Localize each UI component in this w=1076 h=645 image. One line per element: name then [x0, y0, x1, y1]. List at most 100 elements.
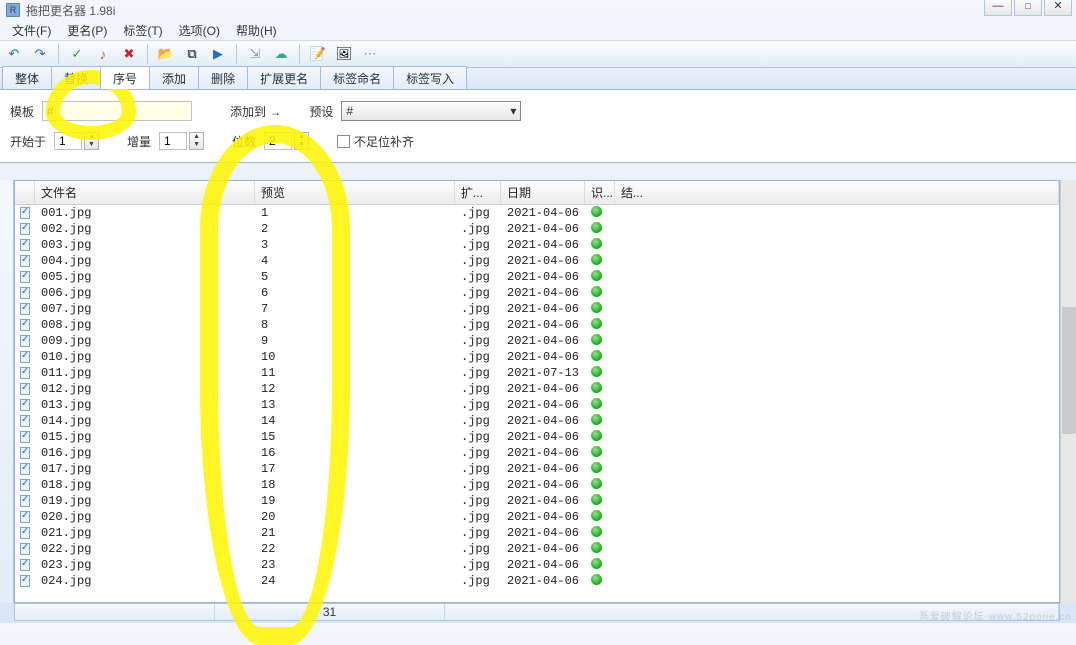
table-row[interactable]: ✓016.jpg16.jpg2021-04-06 [15, 445, 1059, 461]
row-check[interactable]: ✓ [15, 207, 35, 219]
table-row[interactable]: ✓009.jpg9.jpg2021-04-06 [15, 333, 1059, 349]
header-ext[interactable]: 扩... [455, 181, 501, 204]
table-row[interactable]: ✓007.jpg7.jpg2021-04-06 [15, 301, 1059, 317]
preset-combo[interactable]: # ▾ [341, 101, 521, 121]
row-check[interactable]: ✓ [15, 287, 35, 299]
minimize-button[interactable]: — [984, 0, 1012, 16]
row-check[interactable]: ✓ [15, 303, 35, 315]
tab-sequence[interactable]: 序号 [100, 66, 150, 89]
table-row[interactable]: ✓018.jpg18.jpg2021-04-06 [15, 477, 1059, 493]
table-row[interactable]: ✓001.jpg1.jpg2021-04-06 [15, 205, 1059, 221]
table-row[interactable]: ✓012.jpg12.jpg2021-04-06 [15, 381, 1059, 397]
table-row[interactable]: ✓023.jpg23.jpg2021-04-06 [15, 557, 1059, 573]
save-icon[interactable]: ⧉ [182, 44, 202, 64]
notes-icon[interactable]: 📝 [308, 44, 328, 64]
menu-rename[interactable]: 更名(P) [59, 20, 115, 41]
row-check[interactable]: ✓ [15, 223, 35, 235]
check-icon: ✓ [20, 383, 30, 395]
table-row[interactable]: ✓021.jpg21.jpg2021-04-06 [15, 525, 1059, 541]
table-row[interactable]: ✓017.jpg17.jpg2021-04-06 [15, 461, 1059, 477]
tab-add[interactable]: 添加 [149, 66, 199, 89]
row-check[interactable]: ✓ [15, 479, 35, 491]
menu-file[interactable]: 文件(F) [4, 20, 59, 41]
header-filename[interactable]: 文件名 [35, 181, 255, 204]
table-row[interactable]: ✓005.jpg5.jpg2021-04-06 [15, 269, 1059, 285]
table-row[interactable]: ✓013.jpg13.jpg2021-04-06 [15, 397, 1059, 413]
image-icon[interactable]: 🖼 [334, 44, 354, 64]
undo-icon[interactable]: ↶ [4, 44, 24, 64]
header-recognize[interactable]: 识... [585, 181, 615, 204]
table-row[interactable]: ✓020.jpg20.jpg2021-04-06 [15, 509, 1059, 525]
row-filename: 019.jpg [35, 494, 255, 508]
table-row[interactable]: ✓015.jpg15.jpg2021-04-06 [15, 429, 1059, 445]
header-check[interactable] [15, 181, 35, 204]
row-check[interactable]: ✓ [15, 399, 35, 411]
table-row[interactable]: ✓024.jpg24.jpg2021-04-06 [15, 573, 1059, 589]
row-check[interactable]: ✓ [15, 415, 35, 427]
tab-replace[interactable]: 替换 [51, 66, 101, 89]
row-check[interactable]: ✓ [15, 575, 35, 587]
inc-input[interactable] [159, 132, 187, 150]
pad-checkbox[interactable]: 不足位补齐 [337, 133, 414, 150]
open-icon[interactable]: 📂 [156, 44, 176, 64]
ext-icon[interactable]: ⇲ [245, 44, 265, 64]
digits-input[interactable] [264, 132, 292, 150]
row-check[interactable]: ✓ [15, 495, 35, 507]
row-check[interactable]: ✓ [15, 543, 35, 555]
row-check[interactable]: ✓ [15, 335, 35, 347]
start-stepper[interactable]: ▲▼ [84, 132, 99, 150]
tab-delete[interactable]: 删除 [198, 66, 248, 89]
menu-options[interactable]: 选项(O) [171, 20, 228, 41]
menu-tag[interactable]: 标签(T) [115, 20, 170, 41]
row-check[interactable]: ✓ [15, 559, 35, 571]
note-icon[interactable]: ♪ [93, 44, 113, 64]
tab-whole[interactable]: 整体 [2, 66, 52, 89]
inc-stepper[interactable]: ▲▼ [189, 132, 204, 150]
header-date[interactable]: 日期 [501, 181, 585, 204]
vertical-scrollbar[interactable] [1060, 180, 1076, 603]
close-button[interactable]: ✕ [1044, 0, 1072, 16]
menu-help[interactable]: 帮助(H) [228, 20, 285, 41]
table-row[interactable]: ✓004.jpg4.jpg2021-04-06 [15, 253, 1059, 269]
cloud-icon[interactable]: ☁ [271, 44, 291, 64]
row-check[interactable]: ✓ [15, 319, 35, 331]
table-row[interactable]: ✓006.jpg6.jpg2021-04-06 [15, 285, 1059, 301]
table-row[interactable]: ✓008.jpg8.jpg2021-04-06 [15, 317, 1059, 333]
check-icon[interactable]: ✓ [67, 44, 87, 64]
row-status [585, 574, 615, 589]
tab-tagname[interactable]: 标签命名 [320, 66, 394, 89]
maximize-button[interactable]: □ [1014, 0, 1042, 16]
row-check[interactable]: ✓ [15, 271, 35, 283]
row-check[interactable]: ✓ [15, 255, 35, 267]
row-check[interactable]: ✓ [15, 511, 35, 523]
row-check[interactable]: ✓ [15, 351, 35, 363]
table-row[interactable]: ✓022.jpg22.jpg2021-04-06 [15, 541, 1059, 557]
row-check[interactable]: ✓ [15, 463, 35, 475]
table-row[interactable]: ✓010.jpg10.jpg2021-04-06 [15, 349, 1059, 365]
play-icon[interactable]: ▶ [208, 44, 228, 64]
table-row[interactable]: ✓014.jpg14.jpg2021-04-06 [15, 413, 1059, 429]
more-icon[interactable]: ⋯ [360, 44, 380, 64]
row-check[interactable]: ✓ [15, 527, 35, 539]
tab-extension[interactable]: 扩展更名 [247, 66, 321, 89]
table-row[interactable]: ✓019.jpg19.jpg2021-04-06 [15, 493, 1059, 509]
header-preview[interactable]: 预览 [255, 181, 455, 204]
digits-stepper[interactable]: ▲▼ [294, 132, 309, 150]
header-result[interactable]: 结... [615, 181, 1059, 204]
row-preview: 13 [255, 398, 455, 412]
row-check[interactable]: ✓ [15, 383, 35, 395]
tab-tagwrite[interactable]: 标签写入 [393, 66, 467, 89]
template-input[interactable] [42, 101, 192, 121]
redo-icon[interactable]: ↷ [30, 44, 50, 64]
scrollbar-thumb[interactable] [1062, 307, 1076, 434]
table-row[interactable]: ✓002.jpg2.jpg2021-04-06 [15, 221, 1059, 237]
row-filename: 005.jpg [35, 270, 255, 284]
row-check[interactable]: ✓ [15, 367, 35, 379]
start-input[interactable] [54, 132, 82, 150]
row-check[interactable]: ✓ [15, 431, 35, 443]
table-row[interactable]: ✓003.jpg3.jpg2021-04-06 [15, 237, 1059, 253]
row-check[interactable]: ✓ [15, 239, 35, 251]
row-check[interactable]: ✓ [15, 447, 35, 459]
x-icon[interactable]: ✖ [119, 44, 139, 64]
table-row[interactable]: ✓011.jpg11.jpg2021-07-13 [15, 365, 1059, 381]
